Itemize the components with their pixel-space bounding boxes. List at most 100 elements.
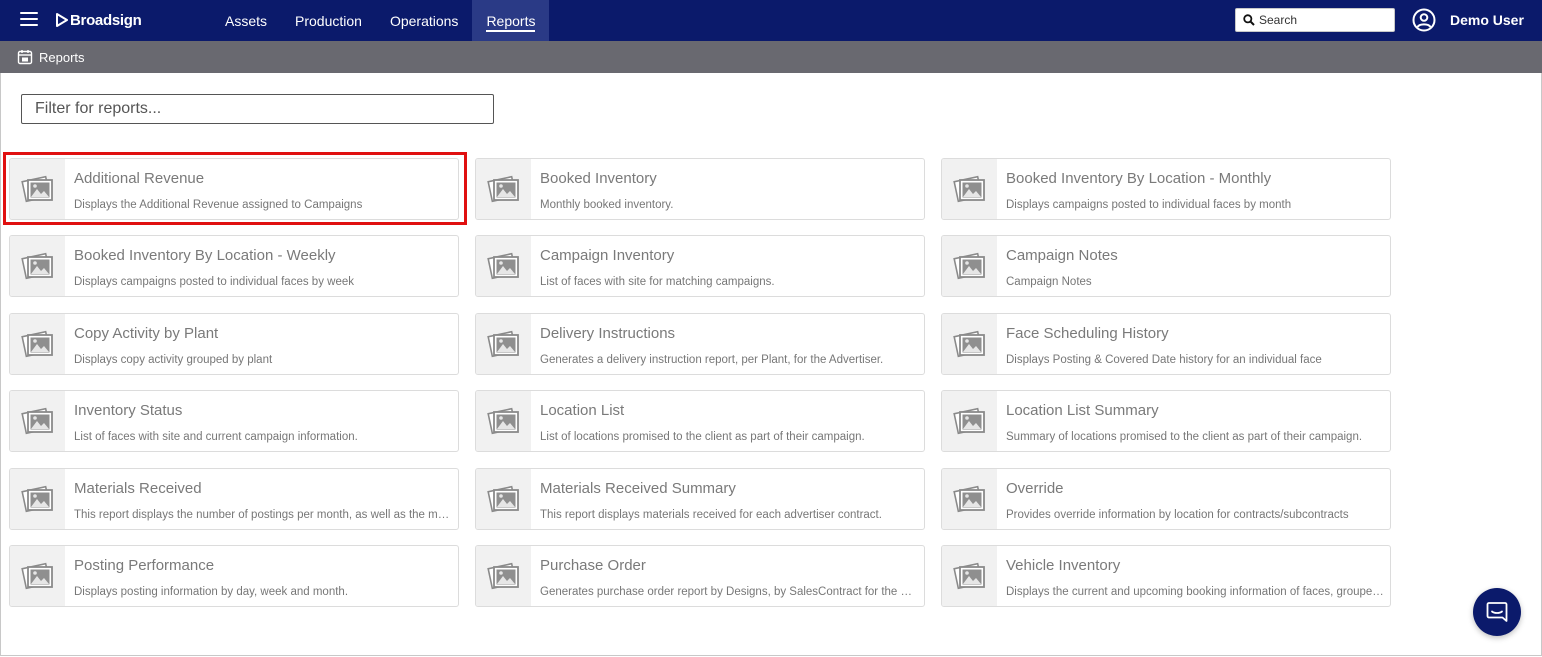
- report-card[interactable]: Copy Activity by Plant Displays copy acti…: [9, 313, 459, 375]
- report-title: Booked Inventory By Location - Monthly: [1006, 170, 1272, 187]
- main-nav: Assets Production Operations Reports: [211, 0, 550, 41]
- image-placeholder-icon: [952, 252, 985, 280]
- report-title: Vehicle Inventory: [1006, 557, 1121, 574]
- nav-production[interactable]: Production: [281, 0, 376, 41]
- nav-label: Operations: [389, 12, 459, 29]
- report-title: Purchase Order: [540, 557, 646, 574]
- image-placeholder-icon: [20, 330, 53, 358]
- chat-button[interactable]: [1473, 588, 1521, 636]
- report-title: Additional Revenue: [74, 170, 205, 187]
- report-card[interactable]: Materials Received Summary This report di…: [475, 468, 925, 530]
- nav-assets[interactable]: Assets: [211, 0, 281, 41]
- image-placeholder-icon: [952, 330, 985, 358]
- report-thumbnail: [476, 469, 531, 529]
- report-thumbnail: [476, 236, 531, 296]
- brand-name: Broadsign: [70, 11, 142, 29]
- report-thumbnail: [942, 469, 997, 529]
- play-logo-icon: [56, 13, 68, 27]
- report-card[interactable]: Materials Received This report displays t…: [9, 468, 459, 530]
- search-input[interactable]: [1259, 13, 1389, 27]
- report-title: Posting Performance: [74, 557, 215, 574]
- report-card[interactable]: Posting Performance Displays posting info…: [9, 545, 459, 607]
- nav-operations[interactable]: Operations: [376, 0, 472, 41]
- user-menu[interactable]: Demo User: [1412, 7, 1524, 33]
- report-thumbnail: [476, 159, 531, 219]
- report-description: This report displays materials received …: [540, 509, 882, 521]
- report-card[interactable]: Vehicle Inventory Displays the current an…: [941, 545, 1391, 607]
- report-description: Monthly booked inventory.: [540, 199, 674, 211]
- report-thumbnail: [942, 314, 997, 374]
- report-description: List of faces with site for matching cam…: [540, 276, 775, 288]
- page-header-bar: Reports: [0, 41, 1542, 73]
- report-description: Displays posting information by day, wee…: [74, 586, 349, 598]
- report-description: List of locations promised to the client…: [540, 431, 865, 443]
- report-thumbnail: [10, 159, 65, 219]
- report-description: Displays copy activity grouped by plant: [74, 354, 273, 366]
- report-card[interactable]: Purchase Order Generates purchase order r…: [475, 545, 925, 607]
- report-title: Copy Activity by Plant: [74, 325, 219, 342]
- report-thumbnail: [10, 391, 65, 451]
- global-search: [1235, 8, 1395, 32]
- report-title: Override: [1006, 480, 1064, 497]
- nav-reports[interactable]: Reports: [472, 0, 550, 41]
- report-card[interactable]: Booked Inventory Monthly booked inventory…: [475, 158, 925, 220]
- report-thumbnail: [10, 546, 65, 606]
- user-name: Demo User: [1450, 12, 1524, 28]
- report-thumbnail: [476, 314, 531, 374]
- report-description: Summary of locations promised to the cli…: [1006, 431, 1363, 443]
- top-nav-bar: Broadsign Assets Production Operations R…: [0, 0, 1542, 41]
- report-card[interactable]: Face Scheduling History Displays Posting …: [941, 313, 1391, 375]
- image-placeholder-icon: [952, 485, 985, 513]
- search-icon: [1243, 14, 1255, 26]
- report-filter-input[interactable]: [21, 94, 494, 124]
- image-placeholder-icon: [486, 330, 519, 358]
- image-placeholder-icon: [486, 252, 519, 280]
- image-placeholder-icon: [952, 175, 985, 203]
- report-card[interactable]: Location List List of locations promised …: [475, 390, 925, 452]
- report-thumbnail: [10, 469, 65, 529]
- report-title: Booked Inventory By Location - Weekly: [74, 247, 336, 264]
- report-card[interactable]: Location List Summary Summary of location…: [941, 390, 1391, 452]
- report-thumbnail: [10, 314, 65, 374]
- image-placeholder-icon: [952, 562, 985, 590]
- report-title: Location List: [540, 402, 625, 419]
- image-placeholder-icon: [486, 485, 519, 513]
- image-placeholder-icon: [20, 252, 53, 280]
- user-circle-icon: [1412, 8, 1436, 32]
- report-card[interactable]: Campaign Inventory List of faces with sit…: [475, 235, 925, 297]
- report-thumbnail: [942, 391, 997, 451]
- report-description: Generates purchase order report by Desig…: [540, 586, 918, 598]
- nav-label: Reports: [486, 12, 536, 29]
- report-title: Materials Received: [74, 480, 202, 497]
- report-description: List of faces with site and current camp…: [74, 431, 358, 443]
- report-description: Campaign Notes: [1006, 276, 1092, 288]
- image-placeholder-icon: [486, 175, 519, 203]
- report-description: Provides override information by locatio…: [1006, 509, 1349, 521]
- image-placeholder-icon: [952, 407, 985, 435]
- nav-label: Assets: [225, 12, 268, 29]
- hamburger-icon[interactable]: [20, 12, 38, 26]
- nav-label: Production: [295, 12, 362, 29]
- report-thumbnail: [476, 391, 531, 451]
- report-title: Location List Summary: [1006, 402, 1159, 419]
- image-placeholder-icon: [486, 407, 519, 435]
- report-card[interactable]: Campaign Notes Campaign Notes: [941, 235, 1391, 297]
- report-card[interactable]: Additional Revenue Displays the Additiona…: [9, 158, 459, 220]
- image-placeholder-icon: [20, 562, 53, 590]
- report-description: Displays the current and upcoming bookin…: [1006, 586, 1384, 598]
- report-card[interactable]: Booked Inventory By Location - Weekly Dis…: [9, 235, 459, 297]
- page-title: Reports: [39, 49, 85, 65]
- report-title: Inventory Status: [74, 402, 183, 419]
- broadsign-logo[interactable]: Broadsign: [56, 10, 142, 30]
- report-description: Displays Posting & Covered Date history …: [1006, 354, 1322, 366]
- report-description: This report displays the number of posti…: [74, 509, 452, 521]
- image-placeholder-icon: [20, 407, 53, 435]
- report-card[interactable]: Override Provides override information by…: [941, 468, 1391, 530]
- report-title: Face Scheduling History: [1006, 325, 1169, 342]
- report-description: Generates a delivery instruction report,…: [540, 354, 884, 366]
- report-thumbnail: [10, 236, 65, 296]
- report-card[interactable]: Inventory Status List of faces with site …: [9, 390, 459, 452]
- report-title: Delivery Instructions: [540, 325, 676, 342]
- report-card[interactable]: Delivery Instructions Generates a deliver…: [475, 313, 925, 375]
- report-card[interactable]: Booked Inventory By Location - Monthly Di…: [941, 158, 1391, 220]
